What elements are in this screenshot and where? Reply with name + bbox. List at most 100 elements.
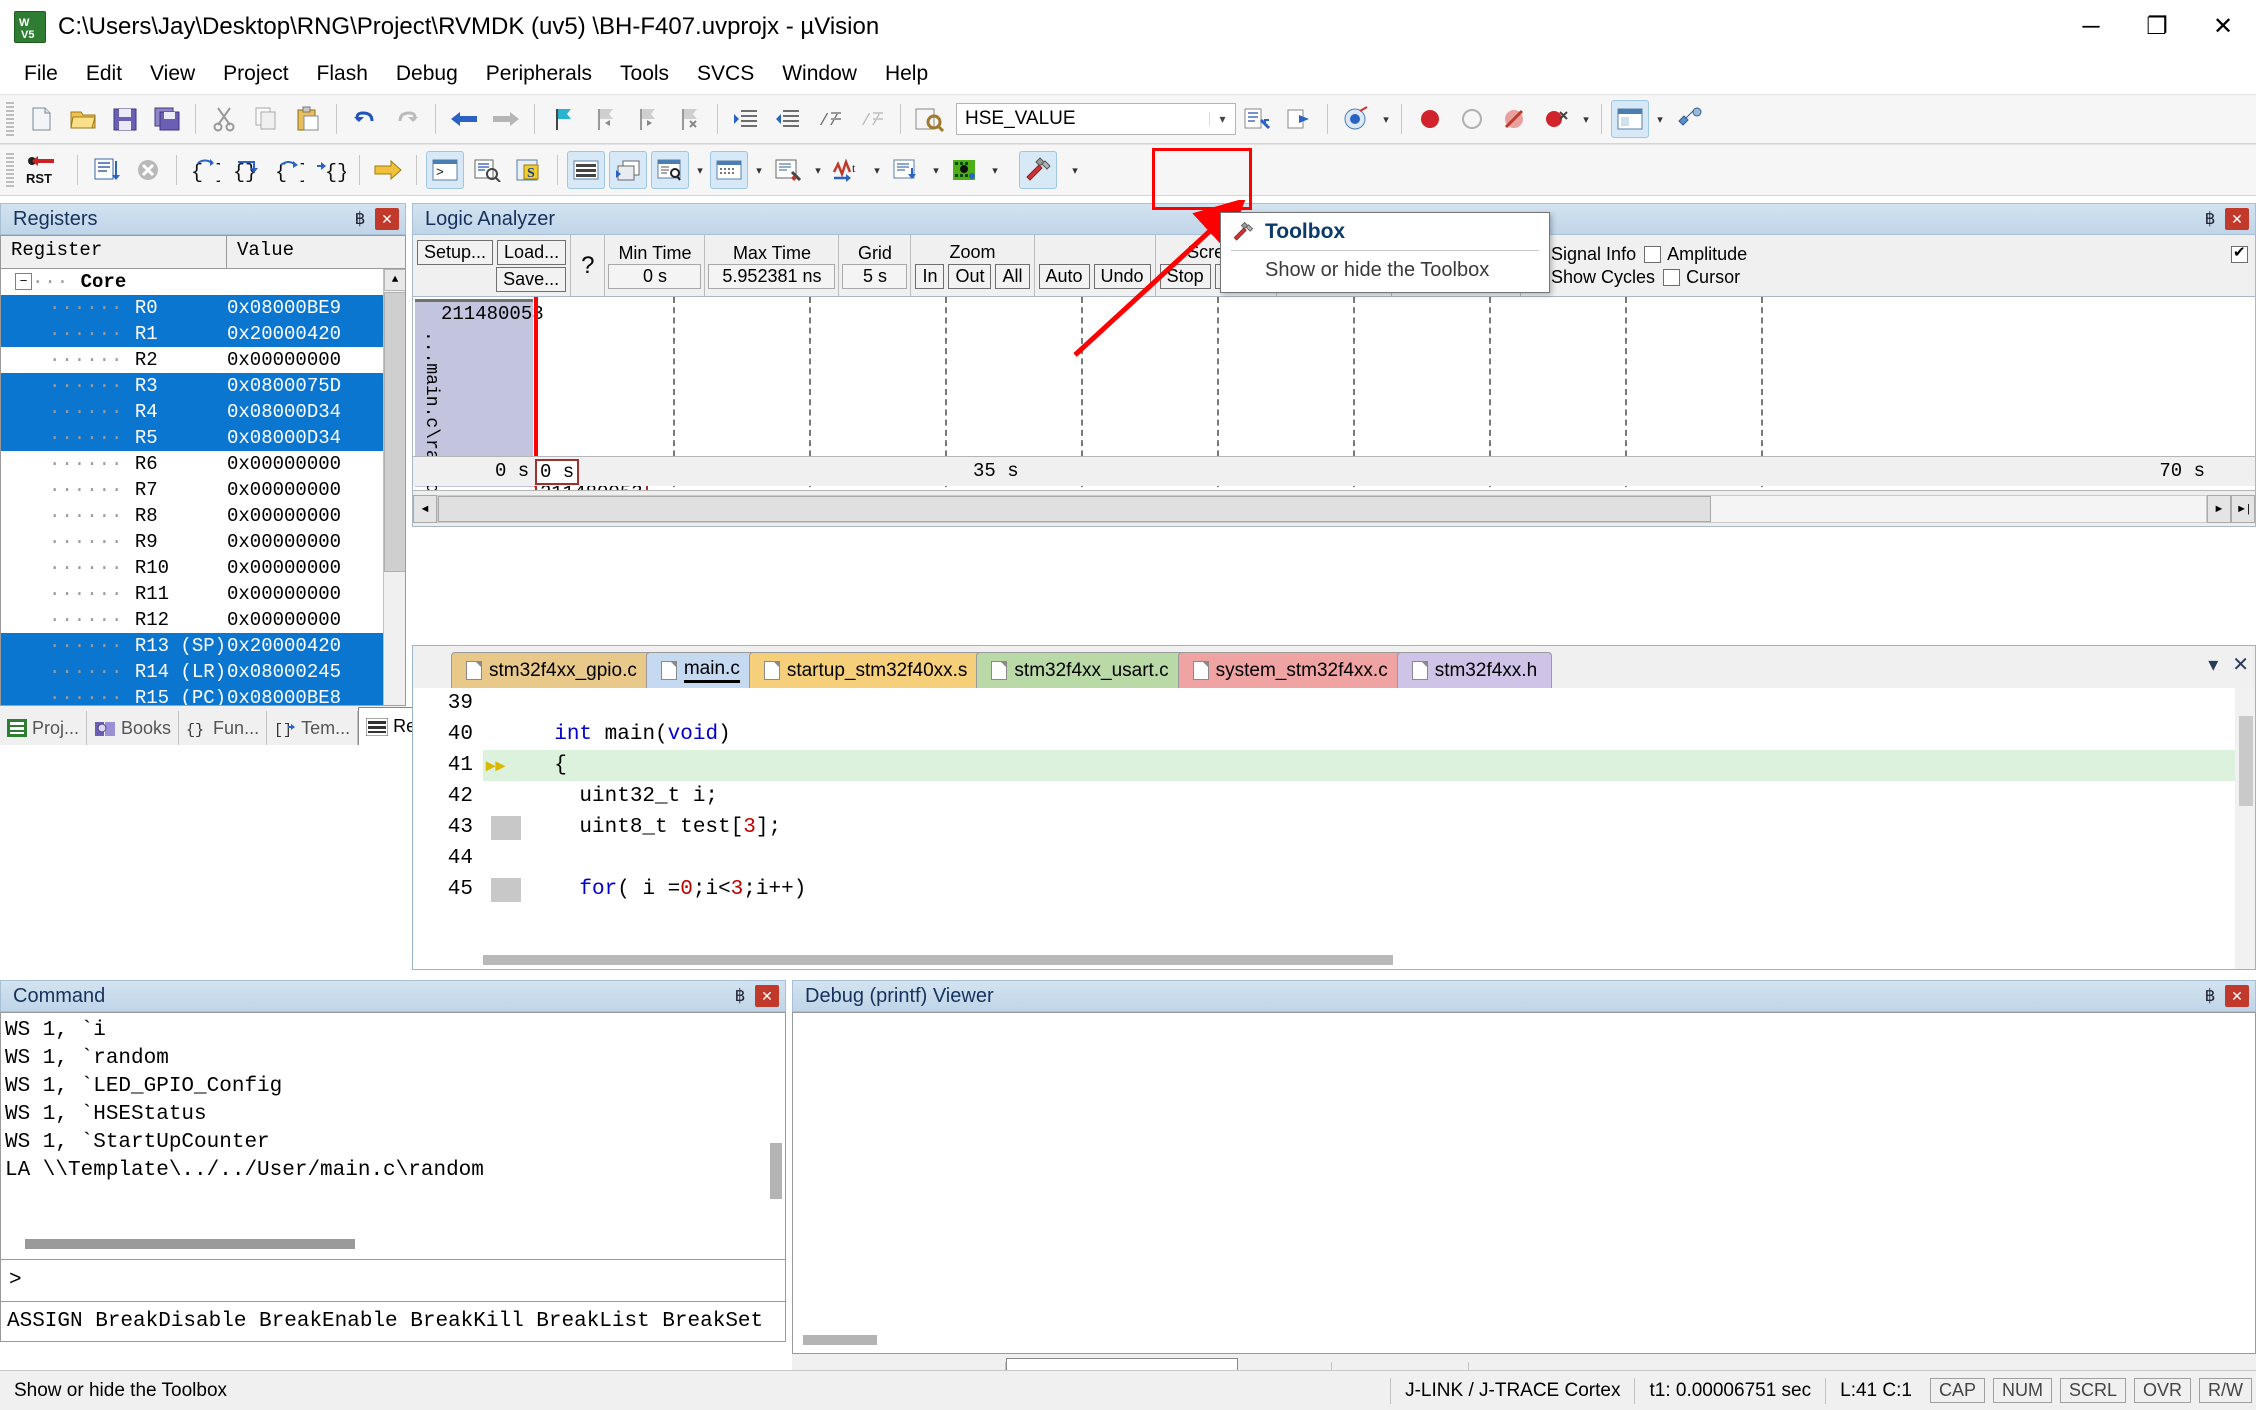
logic-analyzer-waveform[interactable]: 211480053 0 ...main.c\random 211480053 0… xyxy=(412,297,2256,527)
toolbox-dropdown-caret-icon[interactable]: ▾ xyxy=(1067,164,1083,177)
menu-tools[interactable]: Tools xyxy=(606,58,683,90)
toolbar-grip[interactable] xyxy=(6,153,14,187)
code-line[interactable] xyxy=(529,843,2255,874)
editor-tab-stm32f4xx-h[interactable]: stm32f4xx.h xyxy=(1397,652,1552,688)
step-into-icon[interactable]: { } xyxy=(186,151,224,189)
scroll-end-icon[interactable]: ►| xyxy=(2231,495,2255,523)
menu-window[interactable]: Window xyxy=(768,58,871,90)
insert-breakpoint-icon[interactable] xyxy=(1411,100,1449,138)
scroll-thumb[interactable] xyxy=(2239,716,2253,806)
la-cursor-checkbox[interactable]: Cursor xyxy=(1659,266,1744,289)
register-row[interactable]: ······ R10x20000420 xyxy=(1,321,405,347)
uncomment-icon[interactable]: // xyxy=(853,100,891,138)
watch-window-icon[interactable] xyxy=(651,151,689,189)
menu-edit[interactable]: Edit xyxy=(72,58,136,90)
navigate-forward-icon[interactable] xyxy=(487,100,525,138)
la-save-button[interactable]: Save... xyxy=(496,267,566,292)
open-file-icon[interactable] xyxy=(64,100,102,138)
stop-icon[interactable] xyxy=(129,151,167,189)
chevron-down-icon[interactable]: ▾ xyxy=(1378,113,1394,126)
bookmark-next-icon[interactable] xyxy=(628,100,666,138)
gutter-marker[interactable] xyxy=(483,843,529,874)
la-min-time-value[interactable]: 0 s xyxy=(608,264,701,289)
register-row[interactable]: ······ R50x08000D34 xyxy=(1,425,405,451)
navigate-back-icon[interactable] xyxy=(445,100,483,138)
command-input[interactable]: > xyxy=(0,1260,786,1302)
la-load-button[interactable]: Load... xyxy=(497,240,566,265)
register-row[interactable]: ······ R60x00000000 xyxy=(1,451,405,477)
editor-tab-main-c[interactable]: main.c xyxy=(646,652,755,688)
code-line[interactable]: uint8_t test[3]; xyxy=(529,812,2255,843)
chevron-down-icon[interactable]: ▾ xyxy=(1652,113,1668,126)
chevron-down-icon[interactable]: ▾ xyxy=(1578,113,1594,126)
close-button[interactable]: ✕ xyxy=(2190,0,2256,54)
debug-viewer-content[interactable] xyxy=(792,1012,2256,1354)
menu-help[interactable]: Help xyxy=(871,58,942,90)
editor-tab-stm32f4xx_gpio-c[interactable]: stm32f4xx_gpio.c xyxy=(451,652,652,688)
comment-icon[interactable]: // xyxy=(811,100,849,138)
register-row[interactable]: −··· Core xyxy=(1,269,405,295)
remove-breakpoint-icon[interactable] xyxy=(1453,100,1491,138)
show-next-statement-icon[interactable] xyxy=(369,151,407,189)
trace-window-icon[interactable] xyxy=(887,151,925,189)
menu-debug[interactable]: Debug xyxy=(382,58,472,90)
code-line[interactable]: uint32_t i; xyxy=(529,781,2255,812)
pin-icon[interactable]: ฿ xyxy=(349,209,371,229)
register-row[interactable]: ······ R120x00000000 xyxy=(1,607,405,633)
la-extra-checkbox[interactable] xyxy=(2227,243,2252,266)
system-viewer-icon[interactable] xyxy=(946,151,984,189)
menu-svcs[interactable]: SVCS xyxy=(683,58,768,90)
la-help-button[interactable]: ? xyxy=(571,235,605,296)
checkbox-icon[interactable] xyxy=(1644,246,1661,263)
call-stack-window-icon[interactable] xyxy=(609,151,647,189)
scroll-up-icon[interactable]: ▲ xyxy=(384,269,406,291)
checkbox-icon[interactable] xyxy=(1663,269,1680,286)
tree-expander-icon[interactable]: − xyxy=(15,273,32,290)
code-line[interactable]: int main(void) xyxy=(529,719,2255,750)
project-tab-proj[interactable]: Proj... xyxy=(0,711,87,745)
register-row[interactable]: ······ R70x00000000 xyxy=(1,477,405,503)
pin-icon[interactable]: ฿ xyxy=(2199,209,2221,229)
bookmark-toggle-icon[interactable] xyxy=(544,100,582,138)
register-row[interactable]: ······ R30x0800075D xyxy=(1,373,405,399)
menu-peripherals[interactable]: Peripherals xyxy=(472,58,606,90)
command-vertical-scroll-thumb[interactable] xyxy=(770,1143,782,1199)
chevron-down-icon[interactable]: ▾ xyxy=(751,164,767,177)
chevron-down-icon[interactable]: ▾ xyxy=(928,164,944,177)
debug-session-icon[interactable] xyxy=(1337,100,1375,138)
registers-vertical-scrollbar[interactable]: ▲ ▼ xyxy=(383,269,405,734)
step-out-icon[interactable]: { } xyxy=(270,151,308,189)
editor-tab-startup_stm32f40xx-s[interactable]: startup_stm32f40xx.s xyxy=(749,652,983,688)
menu-view[interactable]: View xyxy=(136,58,209,90)
bookmark-clear-icon[interactable] xyxy=(670,100,708,138)
register-row[interactable]: ······ R13 (SP)0x20000420 xyxy=(1,633,405,659)
find-in-files-icon[interactable] xyxy=(910,100,948,138)
reset-cpu-icon[interactable]: RST xyxy=(22,151,68,189)
copy-icon[interactable] xyxy=(247,100,285,138)
editor-tab-stm32f4xx_usart-c[interactable]: stm32f4xx_usart.c xyxy=(976,652,1183,688)
maximize-button[interactable]: ❐ xyxy=(2124,0,2190,54)
cut-icon[interactable] xyxy=(205,100,243,138)
editor-body[interactable]: 39404142434445 ▸▸ int main(void) { uint3… xyxy=(413,688,2255,969)
project-tab-books[interactable]: Books xyxy=(87,711,179,745)
undo-icon[interactable] xyxy=(346,100,384,138)
la-setup-button[interactable]: Setup... xyxy=(417,240,493,265)
la-amplitude-checkbox[interactable]: Amplitude xyxy=(1640,243,1751,266)
gutter-marker[interactable] xyxy=(483,688,529,719)
code-line[interactable] xyxy=(529,688,2255,719)
register-row[interactable]: ······ R40x08000D34 xyxy=(1,399,405,425)
outdent-icon[interactable] xyxy=(769,100,807,138)
menu-flash[interactable]: Flash xyxy=(303,58,382,90)
register-column-header[interactable]: Register xyxy=(1,236,227,268)
close-icon[interactable]: ✕ xyxy=(2225,985,2249,1007)
minimize-button[interactable]: ─ xyxy=(2058,0,2124,54)
la-zoom-all-button[interactable]: All xyxy=(995,264,1029,289)
indent-icon[interactable] xyxy=(727,100,765,138)
code-line[interactable]: for( i =0;i<3;i++) xyxy=(529,874,2255,905)
symbol-window-icon[interactable]: S xyxy=(510,151,548,189)
checkbox-checked-icon[interactable] xyxy=(2231,246,2248,263)
menu-file[interactable]: File xyxy=(10,58,72,90)
gutter-marker[interactable] xyxy=(483,812,529,843)
close-icon[interactable]: ✕ xyxy=(2225,208,2249,230)
pin-icon[interactable]: ฿ xyxy=(2199,986,2221,1006)
